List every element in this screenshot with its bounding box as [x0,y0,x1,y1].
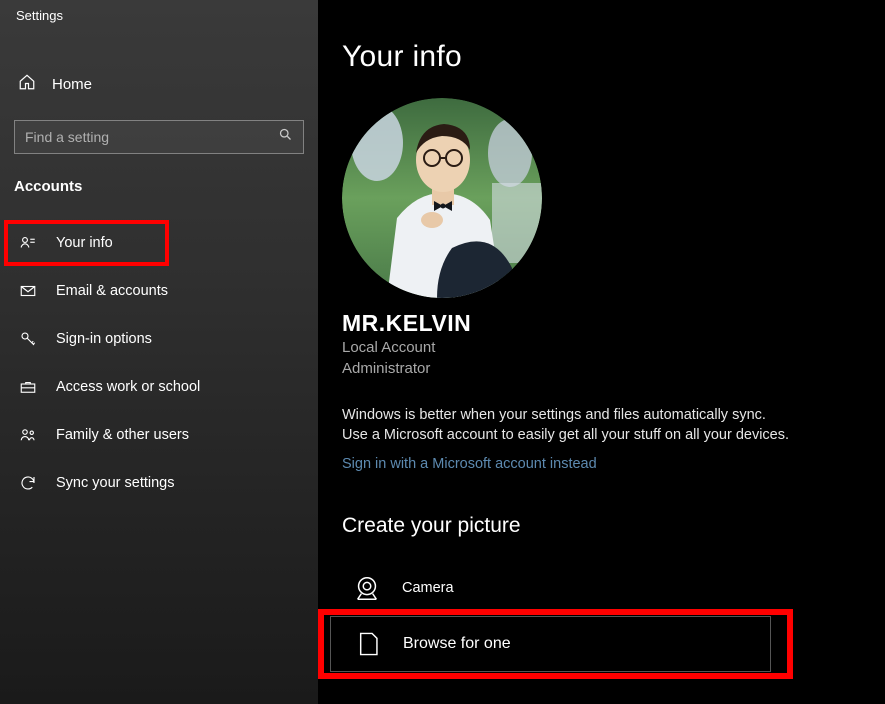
home-label: Home [52,76,92,93]
picture-options: Camera Browse for one [342,560,855,672]
window-title: Settings [0,0,318,31]
person-card-icon [18,233,38,253]
people-icon [18,425,38,445]
sidebar-item-your-info[interactable]: Your info [0,219,318,267]
create-picture-title: Create your picture [342,514,855,538]
sidebar-item-family-other-users[interactable]: Family & other users [0,411,318,459]
home-button[interactable]: Home [0,61,318,108]
sidebar-item-label: Your info [56,235,113,251]
camera-icon [352,573,382,603]
sidebar-item-label: Email & accounts [56,283,168,299]
browse-file-icon [353,629,383,659]
sidebar-item-email-accounts[interactable]: Email & accounts [0,267,318,315]
nav-list: Your info Email & accounts Sign-in optio… [0,219,318,507]
sidebar: Settings Home Accounts Your inf [0,0,318,704]
camera-option[interactable]: Camera [342,560,855,616]
search-icon [278,127,293,147]
sidebar-item-label: Sync your settings [56,475,174,491]
mail-icon [18,281,38,301]
browse-option[interactable]: Browse for one [330,616,771,672]
sync-icon [18,473,38,493]
sync-info-text: Windows is better when your settings and… [342,405,792,446]
sidebar-item-label: Family & other users [56,427,189,443]
search-input[interactable] [25,129,278,145]
search-input-container[interactable] [14,120,304,154]
user-name: MR.KELVIN [342,310,855,337]
main-panel: Your info [318,0,885,704]
sidebar-item-sign-in-options[interactable]: Sign-in options [0,315,318,363]
sidebar-item-label: Access work or school [56,379,200,395]
page-title: Your info [342,40,855,74]
account-type: Local Account [342,337,855,358]
avatar [342,98,542,298]
sidebar-item-label: Sign-in options [56,331,152,347]
category-title: Accounts [0,172,318,209]
key-icon [18,329,38,349]
sign-in-microsoft-link[interactable]: Sign in with a Microsoft account instead [342,456,855,472]
sidebar-item-sync-settings[interactable]: Sync your settings [0,459,318,507]
briefcase-icon [18,377,38,397]
home-icon [18,73,36,96]
user-role: Administrator [342,358,855,379]
sidebar-item-access-work-school[interactable]: Access work or school [0,363,318,411]
browse-option-label: Browse for one [403,635,511,653]
camera-option-label: Camera [402,580,454,596]
